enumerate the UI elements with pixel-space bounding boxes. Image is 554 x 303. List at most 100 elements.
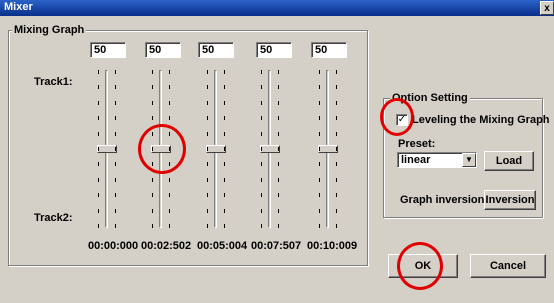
tick-mark — [115, 162, 116, 166]
tick-mark — [152, 178, 153, 182]
close-button[interactable]: x — [540, 1, 554, 15]
tick-mark — [152, 85, 153, 89]
tick-mark — [98, 162, 99, 166]
tick-mark — [207, 101, 208, 105]
tick-mark — [261, 162, 262, 166]
tick-mark — [98, 178, 99, 182]
tick-mark — [169, 101, 170, 105]
slider-ticks — [278, 70, 279, 228]
tick-mark — [336, 116, 337, 120]
tick-mark — [207, 147, 208, 151]
tick-mark — [98, 224, 99, 228]
tick-mark — [98, 147, 99, 151]
tick-mark — [336, 224, 337, 228]
tick-mark — [98, 70, 99, 74]
graph-inversion-label: Graph inversion — [400, 194, 485, 206]
tick-mark — [336, 147, 337, 151]
tick-mark — [169, 178, 170, 182]
tick-mark — [224, 116, 225, 120]
mix-slider-5[interactable] — [313, 70, 343, 230]
tick-mark — [169, 85, 170, 89]
load-button[interactable]: Load — [484, 151, 534, 171]
tick-mark — [336, 162, 337, 166]
tick-mark — [207, 116, 208, 120]
tick-mark — [98, 116, 99, 120]
tick-mark — [336, 85, 337, 89]
tick-mark — [319, 209, 320, 213]
tick-mark — [98, 132, 99, 136]
tick-mark — [224, 178, 225, 182]
tick-mark — [207, 193, 208, 197]
tick-mark — [152, 193, 153, 197]
tick-mark — [278, 116, 279, 120]
tick-mark — [207, 85, 208, 89]
tick-mark — [278, 85, 279, 89]
track-value-input-2[interactable]: 50 — [145, 42, 181, 58]
tick-mark — [115, 224, 116, 228]
tick-mark — [115, 101, 116, 105]
tick-mark — [115, 85, 116, 89]
slider-ticks — [207, 70, 208, 228]
tick-mark — [207, 132, 208, 136]
tick-mark — [169, 209, 170, 213]
tick-mark — [278, 224, 279, 228]
tick-mark — [224, 209, 225, 213]
tick-mark — [261, 101, 262, 105]
tick-mark — [278, 70, 279, 74]
mix-slider-1[interactable] — [92, 70, 122, 230]
annotation-circle-checkbox — [380, 98, 414, 136]
tick-mark — [115, 132, 116, 136]
track-value-input-3[interactable]: 50 — [198, 42, 234, 58]
tick-mark — [98, 193, 99, 197]
time-label-4: 00:07:507 — [251, 240, 302, 252]
tick-mark — [224, 162, 225, 166]
tick-mark — [336, 132, 337, 136]
mixer-window: Mixer x Mixing Graph 50 50 50 50 50 Trac… — [0, 0, 554, 303]
tick-mark — [98, 101, 99, 105]
tick-mark — [261, 116, 262, 120]
tick-mark — [319, 101, 320, 105]
track-value-input-1[interactable]: 50 — [90, 42, 126, 58]
slider-thumb[interactable] — [206, 145, 226, 153]
tick-mark — [115, 193, 116, 197]
tick-mark — [224, 193, 225, 197]
tick-mark — [261, 85, 262, 89]
tick-mark — [278, 101, 279, 105]
tick-mark — [336, 178, 337, 182]
tick-mark — [169, 70, 170, 74]
track-value-input-5[interactable]: 50 — [311, 42, 347, 58]
slider-ticks — [98, 70, 99, 228]
preset-select[interactable]: linear ▼ — [397, 152, 477, 168]
tick-mark — [152, 224, 153, 228]
tick-mark — [319, 116, 320, 120]
tick-mark — [224, 224, 225, 228]
leveling-checkbox-label[interactable]: Leveling the Mixing Graph — [412, 114, 550, 126]
inversion-button[interactable]: Inversion — [484, 190, 536, 210]
tick-mark — [207, 178, 208, 182]
slider-thumb[interactable] — [318, 145, 338, 153]
tick-mark — [278, 147, 279, 151]
slider-thumb[interactable] — [260, 145, 280, 153]
tick-mark — [261, 224, 262, 228]
tick-mark — [261, 147, 262, 151]
preset-label: Preset: — [398, 138, 436, 150]
tick-mark — [224, 132, 225, 136]
mix-slider-3[interactable] — [201, 70, 231, 230]
tick-mark — [319, 85, 320, 89]
tick-mark — [115, 209, 116, 213]
slider-thumb[interactable] — [97, 145, 117, 153]
chevron-down-icon[interactable]: ▼ — [462, 153, 476, 167]
time-label-1: 00:00:000 — [88, 240, 139, 252]
annotation-circle-ok — [397, 242, 443, 290]
slider-ticks — [224, 70, 225, 228]
tick-mark — [319, 193, 320, 197]
tick-mark — [319, 132, 320, 136]
tick-mark — [278, 178, 279, 182]
cancel-button[interactable]: Cancel — [470, 254, 546, 278]
tick-mark — [336, 193, 337, 197]
title-bar[interactable]: Mixer x — [0, 0, 554, 16]
mix-slider-4[interactable] — [255, 70, 285, 230]
slider-ticks — [319, 70, 320, 228]
tick-mark — [336, 209, 337, 213]
track-value-input-4[interactable]: 50 — [256, 42, 292, 58]
